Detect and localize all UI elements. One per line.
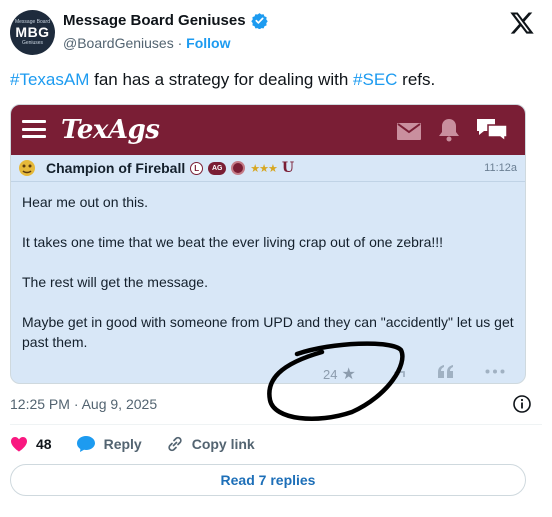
avatar-bottom-text: Geniuses xyxy=(21,40,44,46)
hamburger-menu-icon xyxy=(22,120,46,138)
post-time: 11:12a xyxy=(484,162,517,174)
author-name-row: Message Board Geniuses xyxy=(63,12,268,29)
handle-row: @BoardGeniuses · Follow xyxy=(63,35,231,51)
reply-button[interactable]: Reply xyxy=(76,435,142,453)
bell-icon xyxy=(439,119,459,142)
user-avatar-icon xyxy=(19,160,35,176)
like-button[interactable]: 48 xyxy=(10,436,52,452)
engagement-bar: 48 Reply Copy link xyxy=(10,433,279,455)
x-logo-icon[interactable] xyxy=(509,10,535,36)
display-name[interactable]: Message Board Geniuses xyxy=(63,12,246,29)
tweet-timestamp[interactable]: 12:25 PM · Aug 9, 2025 xyxy=(10,396,157,412)
post-line: It takes one time that we beat the ever … xyxy=(22,234,444,250)
link-icon xyxy=(168,436,182,452)
heart-icon xyxy=(11,437,27,452)
tweet-text-end: refs. xyxy=(397,70,436,89)
rank-stars: ★★★ xyxy=(250,162,278,175)
poster-name: Champion of Fireball xyxy=(46,160,186,176)
chat-icon xyxy=(477,119,508,143)
seal-badge-icon xyxy=(231,161,246,175)
avatar-logo-text: MBG xyxy=(15,24,50,40)
hashtag-texasam[interactable]: #TexasAM xyxy=(10,70,89,89)
post-body: Hear me out on this. It takes one time t… xyxy=(11,182,525,362)
texags-logo: TexAgs xyxy=(61,115,160,145)
copy-link-button[interactable]: Copy link xyxy=(166,435,255,453)
reply-bubble-icon xyxy=(76,436,95,452)
avatar[interactable]: Message Board MBG Geniuses xyxy=(10,10,55,55)
badge-l: L xyxy=(190,161,204,175)
read-replies-button[interactable]: Read 7 replies xyxy=(10,464,526,496)
separator-dot: · xyxy=(177,35,183,51)
post-header: Champion of Fireball L AG ★★★ U 11:12a xyxy=(11,155,525,182)
like-count: 48 xyxy=(36,436,52,452)
divider xyxy=(10,424,542,425)
follow-button[interactable]: Follow xyxy=(186,35,230,51)
reply-label: Reply xyxy=(103,436,142,452)
more-dots-icon xyxy=(485,369,505,374)
badge-u: U xyxy=(281,160,295,176)
post-line: Hear me out on this. xyxy=(22,194,149,210)
quote-icon xyxy=(438,365,453,378)
hashtag-sec[interactable]: #SEC xyxy=(353,70,397,89)
post-line: The rest will get the message. xyxy=(22,274,208,290)
copy-link-label: Copy link xyxy=(191,436,255,452)
tweet-text-mid: fan has a strategy for dealing with xyxy=(89,70,354,89)
info-icon[interactable] xyxy=(512,394,532,414)
mail-icon xyxy=(397,123,421,140)
texags-header: TexAgs xyxy=(11,105,525,155)
scribble-circle-annotation xyxy=(267,341,405,421)
badge-ag: AG xyxy=(208,161,227,175)
handle[interactable]: @BoardGeniuses xyxy=(63,35,174,51)
verified-badge-icon xyxy=(250,13,268,29)
tweet-text: #TexasAM fan has a strategy for dealing … xyxy=(10,70,435,90)
